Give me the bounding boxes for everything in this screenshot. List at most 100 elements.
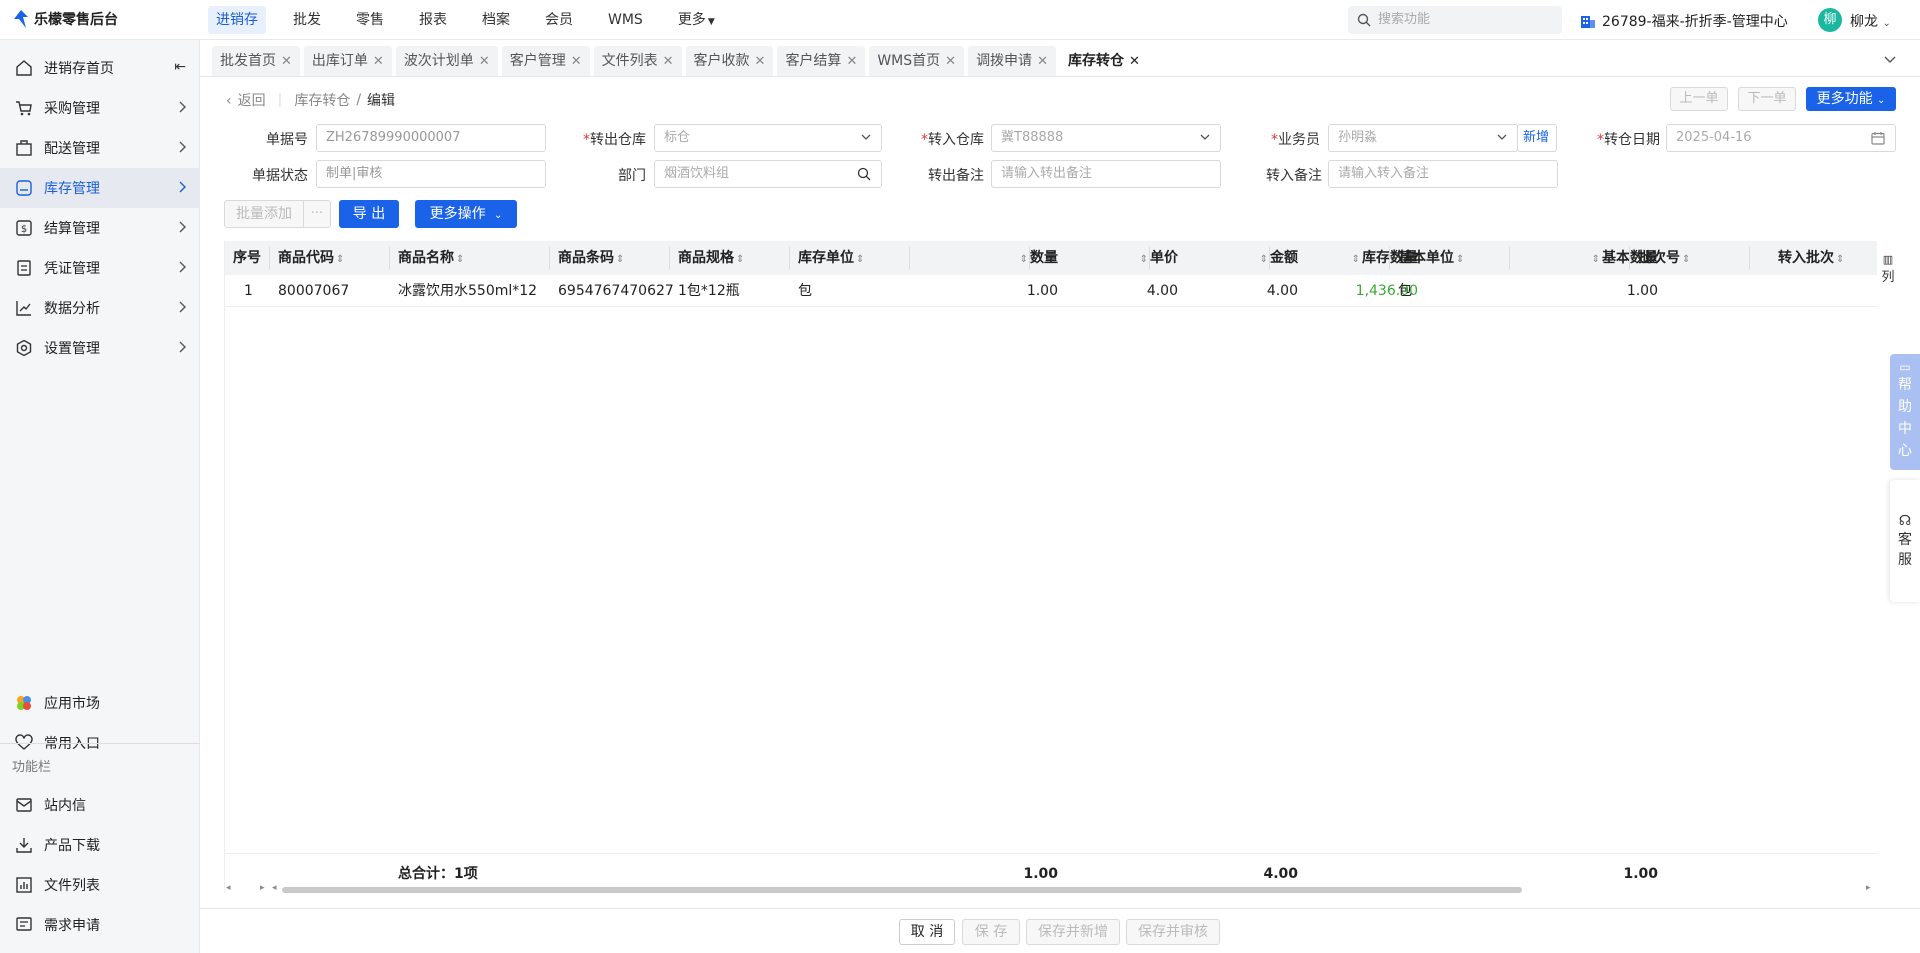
col-price[interactable]: ⇕ 单价 bbox=[1098, 241, 1178, 275]
tab-customer-settlement[interactable]: 客户结算 ✕ bbox=[777, 46, 866, 76]
col-divider[interactable] bbox=[1269, 247, 1270, 269]
tab-stock-transfer[interactable]: 库存转仓 ✕ bbox=[1059, 46, 1148, 76]
close-icon[interactable]: ✕ bbox=[281, 54, 292, 69]
search-input[interactable]: 搜索功能 bbox=[1348, 6, 1562, 34]
cell-qty[interactable]: 1.00 bbox=[978, 275, 1058, 307]
tab-file-list[interactable]: 文件列表 ✕ bbox=[593, 46, 682, 76]
col-divider[interactable] bbox=[1149, 247, 1150, 269]
col-divider[interactable] bbox=[1509, 247, 1510, 269]
scroll-left-icon[interactable]: ◂ bbox=[226, 883, 231, 893]
salesman-select[interactable]: 孙明淼 bbox=[1328, 124, 1518, 152]
scrollbar-thumb[interactable] bbox=[282, 887, 1522, 893]
column-settings-button[interactable]: ▥ 列 bbox=[1876, 241, 1900, 289]
col-divider[interactable] bbox=[549, 247, 550, 269]
close-icon[interactable]: ✕ bbox=[945, 54, 956, 69]
tabs-dropdown-icon[interactable] bbox=[1884, 52, 1896, 68]
sort-icon[interactable]: ⇕ bbox=[1836, 254, 1844, 265]
tab-wave-plan[interactable]: 波次计划单 ✕ bbox=[395, 46, 498, 76]
close-icon[interactable]: ✕ bbox=[663, 54, 674, 69]
save-and-new-button[interactable]: 保存并新增 bbox=[1026, 919, 1120, 945]
col-spec[interactable]: 商品规格 ⇕ bbox=[678, 241, 746, 275]
tab-transfer-request[interactable]: 调拨申请 ✕ bbox=[968, 46, 1056, 76]
cell-amount[interactable]: 4.00 bbox=[1218, 275, 1298, 307]
col-divider[interactable] bbox=[1629, 247, 1630, 269]
close-icon[interactable]: ✕ bbox=[1129, 54, 1140, 69]
col-divider[interactable] bbox=[1749, 247, 1750, 269]
save-and-audit-button[interactable]: 保存并审核 bbox=[1126, 919, 1220, 945]
sidebar-item-app-market[interactable]: 应用市场 bbox=[0, 683, 200, 723]
sidebar-item-settlement[interactable]: $ 结算管理 bbox=[0, 208, 200, 248]
sort-icon[interactable]: ⇕ bbox=[1260, 254, 1268, 265]
close-icon[interactable]: ✕ bbox=[479, 54, 490, 69]
close-icon[interactable]: ✕ bbox=[571, 54, 582, 69]
col-qty[interactable]: ⇕ 数量 bbox=[978, 241, 1058, 275]
topnav-more[interactable]: 更多 ▼ bbox=[670, 6, 723, 34]
sort-icon[interactable]: ⇕ bbox=[456, 254, 464, 265]
tab-outbound-order[interactable]: 出库订单 ✕ bbox=[303, 46, 392, 76]
transfer-date-picker[interactable]: 2025-04-16 bbox=[1666, 124, 1896, 152]
help-center-button[interactable]: ▭ 帮 助 中 心 bbox=[1890, 354, 1920, 470]
sidebar-item-settings[interactable]: 设置管理 bbox=[0, 328, 200, 368]
col-code[interactable]: 商品代码 ⇕ bbox=[278, 241, 346, 275]
scroll-right-icon[interactable]: ▸ bbox=[260, 883, 265, 893]
close-icon[interactable]: ✕ bbox=[1037, 54, 1048, 69]
in-warehouse-select[interactable]: 冀T88888 bbox=[991, 124, 1221, 152]
out-warehouse-select[interactable]: 标仓 bbox=[654, 124, 882, 152]
scroll-left-icon[interactable]: ◂ bbox=[272, 883, 277, 893]
app-logo[interactable]: 乐檬零售后台 bbox=[14, 9, 118, 29]
cell-name[interactable]: 冰露饮用水550ml*12 bbox=[398, 275, 537, 307]
tab-customer-mgmt[interactable]: 客户管理 ✕ bbox=[501, 46, 590, 76]
in-note-input[interactable]: 请输入转入备注 bbox=[1328, 160, 1558, 188]
col-divider[interactable] bbox=[789, 247, 790, 269]
sort-icon[interactable]: ⇕ bbox=[736, 254, 744, 265]
sidebar-item-jxc-home[interactable]: 进销存首页 ⇤ bbox=[0, 48, 200, 88]
topnav-archive[interactable]: 档案 bbox=[474, 6, 518, 34]
save-button[interactable]: 保 存 bbox=[962, 919, 1020, 945]
collapse-sidebar-icon[interactable]: ⇤ bbox=[174, 59, 186, 75]
close-icon[interactable]: ✕ bbox=[373, 54, 384, 69]
topnav-wms[interactable]: WMS bbox=[600, 6, 651, 34]
cell-spec[interactable]: 1包*12瓶 bbox=[678, 275, 740, 307]
col-divider[interactable] bbox=[269, 247, 270, 269]
sort-icon[interactable]: ⇕ bbox=[1456, 254, 1464, 265]
more-functions-button[interactable]: 更多功能 ⌄ bbox=[1806, 87, 1896, 111]
col-amount[interactable]: ⇕ 金额 bbox=[1218, 241, 1298, 275]
close-icon[interactable]: ✕ bbox=[846, 54, 857, 69]
org-switcher[interactable]: 26789-福来-折折季-管理中心 bbox=[1580, 11, 1788, 31]
horizontal-scrollbar[interactable]: ◂ ▸ ◂ ▸ bbox=[224, 883, 1876, 897]
sidebar-item-analytics[interactable]: 数据分析 bbox=[0, 288, 200, 328]
avatar[interactable]: 柳 bbox=[1818, 8, 1842, 32]
sort-icon[interactable]: ⇕ bbox=[1140, 254, 1148, 265]
col-batch[interactable]: 批次号 ⇕ bbox=[1638, 241, 1692, 275]
department-select[interactable]: 烟酒饮料组 bbox=[654, 160, 882, 188]
sort-icon[interactable]: ⇕ bbox=[336, 254, 344, 265]
sort-icon[interactable]: ⇕ bbox=[616, 254, 624, 265]
back-link[interactable]: ‹ 返回 bbox=[226, 90, 266, 110]
sort-icon[interactable]: ⇕ bbox=[1352, 254, 1360, 265]
col-base-qty[interactable]: ⇕ 基本数量 bbox=[1518, 241, 1658, 275]
sidebar-item-inventory[interactable]: 库存管理 bbox=[0, 168, 200, 208]
tab-wms-home[interactable]: WMS首页 ✕ bbox=[869, 46, 965, 76]
col-unit[interactable]: 库存单位 ⇕ bbox=[798, 241, 866, 275]
export-button[interactable]: 导 出 bbox=[339, 200, 399, 228]
breadcrumb-parent[interactable]: 库存转仓 bbox=[294, 90, 350, 110]
topnav-wholesale[interactable]: 批发 bbox=[285, 6, 329, 34]
sidebar-item-download[interactable]: 产品下载 bbox=[0, 825, 200, 865]
sort-icon[interactable]: ⇕ bbox=[1682, 254, 1690, 265]
out-note-input[interactable]: 请输入转出备注 bbox=[991, 160, 1221, 188]
topnav-retail[interactable]: 零售 bbox=[348, 6, 392, 34]
scroll-right-icon[interactable]: ▸ bbox=[1866, 883, 1871, 893]
sidebar-item-messages[interactable]: 站内信 bbox=[0, 785, 200, 825]
topnav-report[interactable]: 报表 bbox=[411, 6, 455, 34]
sort-icon[interactable]: ⇕ bbox=[1592, 254, 1600, 265]
sidebar-item-request[interactable]: 需求申请 bbox=[0, 905, 200, 945]
cell-price[interactable]: 4.00 bbox=[1098, 275, 1178, 307]
col-barcode[interactable]: 商品条码 ⇕ bbox=[558, 241, 626, 275]
customer-service-button[interactable]: ☊ 客 服 bbox=[1890, 480, 1920, 602]
batch-add-button[interactable]: 批量添加 bbox=[224, 200, 304, 228]
col-divider[interactable] bbox=[909, 247, 910, 269]
table-row[interactable]: 1 80007067 冰露饮用水550ml*12 6954767470627 1… bbox=[225, 275, 1877, 307]
col-in-batch[interactable]: 转入批次 ⇕ bbox=[1778, 241, 1846, 275]
prev-doc-button[interactable]: 上一单 bbox=[1670, 87, 1728, 111]
col-divider[interactable] bbox=[669, 247, 670, 269]
